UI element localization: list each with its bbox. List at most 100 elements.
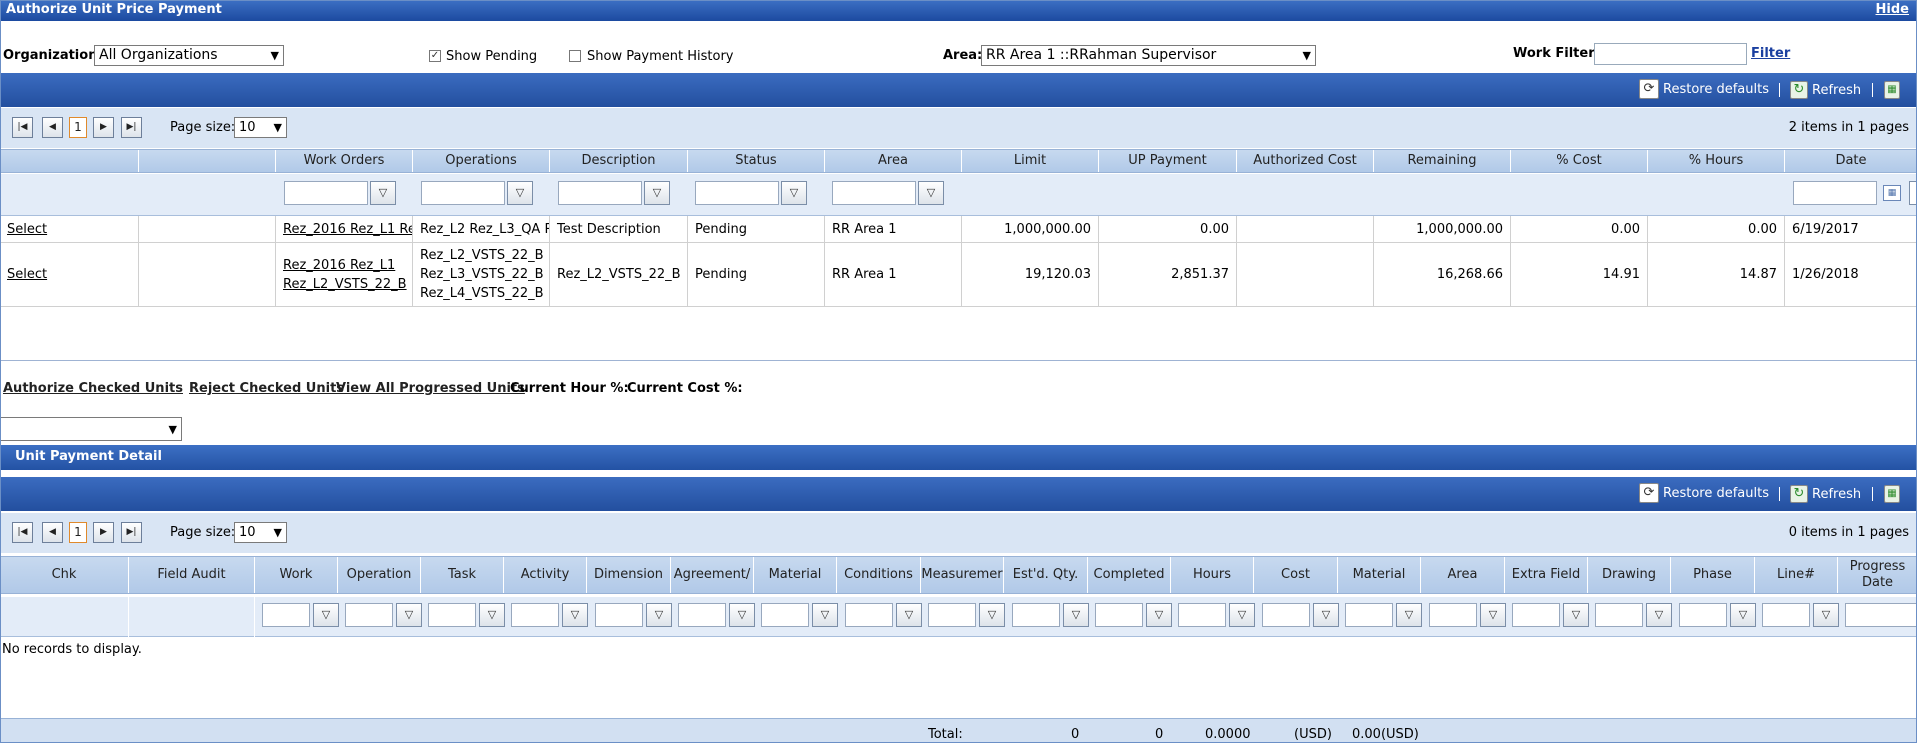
next-page-button[interactable]: ▶	[93, 522, 114, 543]
restore-defaults-button[interactable]: ⟳ Restore defaults	[1639, 482, 1769, 504]
work-order-link[interactable]: Rez_2016 Rez_L1	[283, 256, 407, 275]
date-filter-input[interactable]	[1793, 181, 1877, 205]
col-extra-field[interactable]: Extra Field	[1504, 557, 1587, 593]
filter-icon[interactable]: ▽	[812, 603, 838, 627]
col-measurement[interactable]: Measuremer	[920, 557, 1003, 593]
calendar-icon[interactable]: ▦	[1883, 185, 1901, 201]
col-operation[interactable]: Operation	[337, 557, 420, 593]
filter-icon[interactable]: ▽	[918, 181, 944, 205]
task-filter-input[interactable]	[428, 603, 476, 627]
col-task[interactable]: Task	[420, 557, 503, 593]
col-activity[interactable]: Activity	[503, 557, 586, 593]
filter-icon[interactable]: ▽	[1146, 603, 1172, 627]
first-page-button[interactable]: |◀	[12, 117, 33, 138]
filter-icon[interactable]: ▽	[479, 603, 505, 627]
col-limit[interactable]: Limit	[961, 150, 1098, 172]
action-dropdown[interactable]: ▼	[0, 417, 182, 441]
last-page-button[interactable]: ▶|	[121, 522, 142, 543]
current-page-button[interactable]: 1	[69, 117, 87, 138]
filter-icon[interactable]: ▽	[1813, 603, 1839, 627]
phase-filter-input[interactable]	[1679, 603, 1727, 627]
first-page-button[interactable]: |◀	[12, 522, 33, 543]
filter-icon[interactable]: ▽	[1480, 603, 1506, 627]
filter-icon[interactable]: ▽	[1396, 603, 1422, 627]
area-filter-input[interactable]	[1429, 603, 1477, 627]
col-field-audit[interactable]: Field Audit	[128, 557, 254, 593]
last-page-button[interactable]: ▶|	[121, 117, 142, 138]
col-line[interactable]: Line#	[1754, 557, 1837, 593]
filter-icon[interactable]: ▽	[1563, 603, 1589, 627]
col-completed[interactable]: Completed	[1087, 557, 1170, 593]
filter-icon[interactable]: ▽	[1229, 603, 1255, 627]
col-cost[interactable]: Cost	[1253, 557, 1337, 593]
line-filter-input[interactable]	[1762, 603, 1810, 627]
work-filter-input[interactable]	[1594, 43, 1747, 65]
select-link[interactable]: Select	[7, 267, 47, 282]
description-filter-input[interactable]	[558, 181, 642, 205]
area-select[interactable]: RR Area 1 ::RRahman Supervisor ▼	[981, 45, 1316, 66]
dimension-filter-input[interactable]	[595, 603, 643, 627]
col-chk[interactable]: Chk	[0, 557, 128, 593]
export-excel-button[interactable]: ▦	[1884, 483, 1900, 505]
current-page-button[interactable]: 1	[69, 522, 87, 543]
col-dimension[interactable]: Dimension	[586, 557, 670, 593]
col-authorized-cost[interactable]: Authorized Cost	[1236, 150, 1373, 172]
material-filter-input[interactable]	[761, 603, 809, 627]
filter-icon[interactable]: ▽	[313, 603, 339, 627]
filter-icon[interactable]: ▽	[396, 603, 422, 627]
col-up-payment[interactable]: UP Payment	[1098, 150, 1236, 172]
page-size-select[interactable]: 10 ▼	[234, 117, 287, 138]
col-work-orders[interactable]: Work Orders	[275, 150, 412, 172]
refresh-button[interactable]: ↻ Refresh	[1790, 483, 1861, 505]
filter-icon[interactable]: ▽	[729, 603, 755, 627]
hours-filter-input[interactable]	[1178, 603, 1226, 627]
col-pct-cost[interactable]: % Cost	[1510, 150, 1647, 172]
filter-icon[interactable]: ▽	[370, 181, 396, 205]
filter-icon[interactable]: ▽	[646, 603, 672, 627]
col-area[interactable]: Area	[824, 150, 961, 172]
operation-filter-input[interactable]	[345, 603, 393, 627]
measurement-filter-input[interactable]	[928, 603, 976, 627]
col-material-2[interactable]: Material	[1337, 557, 1420, 593]
conditions-filter-input[interactable]	[845, 603, 893, 627]
organization-select[interactable]: All Organizations ▼	[94, 45, 284, 66]
date-filter-button[interactable]	[1909, 181, 1917, 205]
col-description[interactable]: Description	[549, 150, 687, 172]
filter-link[interactable]: Filter	[1751, 46, 1790, 61]
col-operations[interactable]: Operations	[412, 150, 549, 172]
operations-filter-input[interactable]	[421, 181, 505, 205]
work-orders-filter-input[interactable]	[284, 181, 368, 205]
activity-filter-input[interactable]	[511, 603, 559, 627]
agreement-filter-input[interactable]	[678, 603, 726, 627]
cost-filter-input[interactable]	[1262, 603, 1310, 627]
col-remaining[interactable]: Remaining	[1373, 150, 1510, 172]
work-order-link[interactable]: Rez_L2_VSTS_22_B	[283, 275, 407, 294]
col-material[interactable]: Material	[753, 557, 836, 593]
filter-icon[interactable]: ▽	[1063, 603, 1089, 627]
filter-icon[interactable]: ▽	[1313, 603, 1339, 627]
restore-defaults-button[interactable]: ⟳ Restore defaults	[1639, 78, 1769, 100]
col-agreement[interactable]: Agreement/	[670, 557, 753, 593]
filter-icon[interactable]: ▽	[562, 603, 588, 627]
select-link[interactable]: Select	[7, 222, 47, 237]
filter-icon[interactable]: ▽	[979, 603, 1005, 627]
col-hours[interactable]: Hours	[1170, 557, 1253, 593]
col-conditions[interactable]: Conditions	[836, 557, 920, 593]
filter-icon[interactable]: ▽	[644, 181, 670, 205]
view-all-progressed-units-link[interactable]: View All Progressed Units	[336, 381, 525, 396]
filter-icon[interactable]: ▽	[781, 181, 807, 205]
drawing-filter-input[interactable]	[1595, 603, 1643, 627]
extra-field-filter-input[interactable]	[1512, 603, 1560, 627]
hide-link[interactable]: Hide	[1876, 2, 1909, 17]
col-status[interactable]: Status	[687, 150, 824, 172]
area-filter-input[interactable]	[832, 181, 916, 205]
prev-page-button[interactable]: ◀	[42, 117, 63, 138]
col-pct-hours[interactable]: % Hours	[1647, 150, 1784, 172]
work-order-link[interactable]: Rez_2016 Rez_L1 Rez	[283, 222, 412, 237]
progress-date-filter-input[interactable]	[1845, 603, 1917, 627]
refresh-button[interactable]: ↻ Refresh	[1790, 79, 1861, 101]
filter-icon[interactable]: ▽	[1730, 603, 1756, 627]
filter-icon[interactable]: ▽	[1646, 603, 1672, 627]
col-date[interactable]: Date	[1784, 150, 1917, 172]
filter-icon[interactable]: ▽	[507, 181, 533, 205]
